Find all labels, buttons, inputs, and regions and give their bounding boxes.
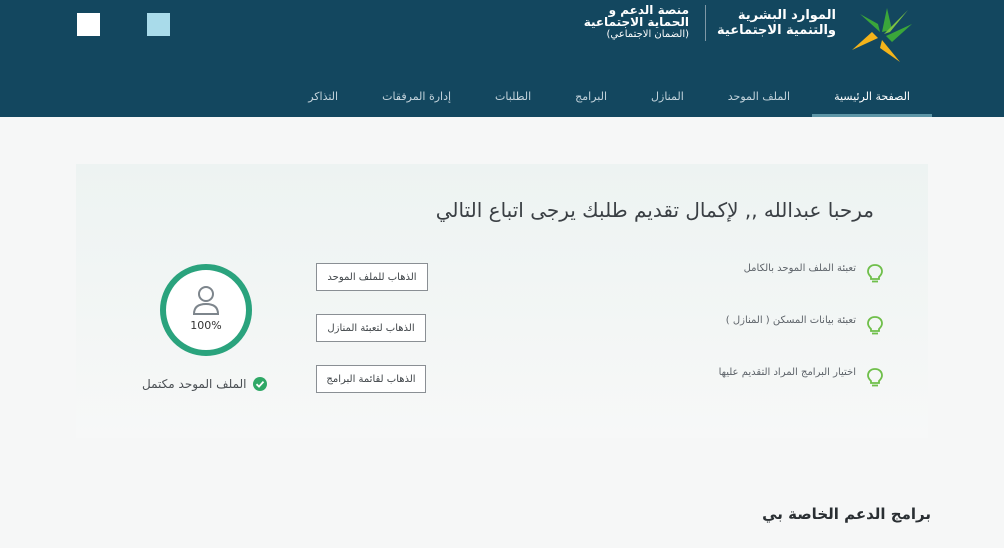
go-to-housing-button[interactable]: الذهاب لتعبئة المنازل bbox=[316, 314, 426, 342]
light-blue-square-icon[interactable] bbox=[147, 13, 170, 36]
nav-unified-file[interactable]: الملف الموحد bbox=[706, 88, 812, 117]
check-circle-icon bbox=[252, 377, 267, 391]
nav-attachments[interactable]: إدارة المرفقات bbox=[360, 88, 473, 117]
go-to-programs-button[interactable]: الذهاب لقائمة البرامج bbox=[316, 365, 426, 393]
header-divider bbox=[705, 5, 706, 41]
progress-percent: 100% bbox=[190, 319, 222, 332]
ministry-line-1: الموارد البشرية bbox=[737, 8, 836, 23]
platform-subtitle: (الضمان الاجتماعي) bbox=[606, 29, 689, 40]
step-unified-file: تعبئة الملف الموحد بالكامل bbox=[743, 262, 884, 284]
ministry-line-2: والتنمية الاجتماعية bbox=[717, 23, 836, 38]
step-text: اختيار البرامج المراد التقديم عليها bbox=[718, 366, 856, 378]
lightbulb-icon bbox=[867, 368, 883, 387]
white-square-icon[interactable] bbox=[77, 13, 100, 36]
nav-programs[interactable]: البرامج bbox=[553, 88, 629, 117]
nav-requests[interactable]: الطلبات bbox=[473, 88, 553, 117]
step-text: تعبئة بيانات المسكن ( المنازل ) bbox=[725, 314, 856, 326]
welcome-panel: مرحبا عبدالله ,, لإكمال تقديم طلبك يرجى … bbox=[76, 164, 928, 438]
platform-name: منصة الدعم و الحماية الاجتماعية (الضمان … bbox=[549, 4, 689, 41]
ministry-name: الموارد البشرية والتنمية الاجتماعية bbox=[696, 8, 836, 38]
my-programs-heading: برامج الدعم الخاصة بي bbox=[762, 505, 931, 523]
welcome-message: مرحبا عبدالله ,, لإكمال تقديم طلبك يرجى … bbox=[435, 198, 874, 222]
lightbulb-icon bbox=[867, 264, 883, 283]
step-text: تعبئة الملف الموحد بالكامل bbox=[743, 262, 856, 274]
step-programs: اختيار البرامج المراد التقديم عليها bbox=[718, 366, 884, 388]
step-housing: تعبئة بيانات المسكن ( المنازل ) bbox=[725, 314, 884, 336]
main-nav: الصفحة الرئيسية الملف الموحد المنازل الب… bbox=[286, 88, 932, 117]
lightbulb-icon bbox=[867, 316, 883, 335]
profile-progress-ring bbox=[160, 264, 252, 356]
go-to-unified-file-button[interactable]: الذهاب للملف الموحد bbox=[316, 263, 428, 291]
nav-homes[interactable]: المنازل bbox=[629, 88, 706, 117]
top-header: الموارد البشرية والتنمية الاجتماعية منصة… bbox=[0, 0, 1004, 117]
platform-line-2: الحماية الاجتماعية bbox=[583, 15, 689, 29]
profile-complete-status: الملف الموحد مكتمل bbox=[142, 377, 267, 391]
nav-tickets[interactable]: التذاكر bbox=[286, 88, 360, 117]
ministry-logo bbox=[852, 8, 912, 62]
nav-home[interactable]: الصفحة الرئيسية bbox=[812, 88, 932, 117]
profile-complete-label: الملف الموحد مكتمل bbox=[142, 377, 247, 391]
